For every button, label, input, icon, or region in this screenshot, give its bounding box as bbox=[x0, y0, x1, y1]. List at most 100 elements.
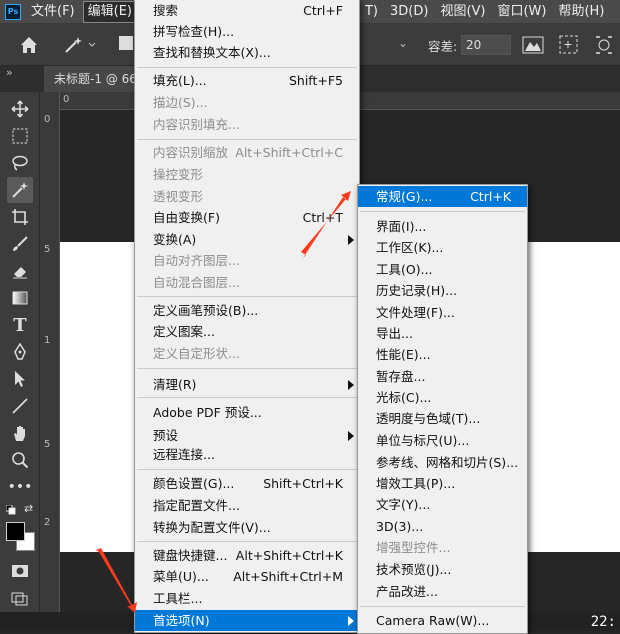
menu-view[interactable]: 视图(V) bbox=[436, 2, 489, 22]
submenu-arrow-icon bbox=[348, 380, 354, 390]
vertical-ruler: 0 5 1 5 2 bbox=[40, 92, 60, 612]
menu-item-menus[interactable]: 菜单(U)... Alt+Shift+Ctrl+M bbox=[135, 566, 359, 587]
submenu-item-workspace[interactable]: 工作区(K)... bbox=[358, 237, 527, 258]
menu-item-content-aware-scale: 内容识别缩放 Alt+Shift+Ctrl+C bbox=[153, 145, 343, 160]
menu-item-color-settings[interactable]: 颜色设置(G)... Shift+Ctrl+K bbox=[135, 473, 359, 494]
menu-item-search[interactable]: 搜索 Ctrl+F bbox=[135, 0, 359, 21]
menu-item-fill[interactable]: 填充(L)... Shift+F5 bbox=[135, 70, 359, 91]
menu-help[interactable]: 帮助(H) bbox=[554, 2, 608, 22]
submenu-item-tools[interactable]: 工具(O)... bbox=[358, 259, 527, 280]
submenu-item-scratch-disks[interactable]: 暂存盘... bbox=[358, 366, 527, 387]
submenu-arrow-icon bbox=[348, 235, 354, 245]
submenu-item-guides-grid-slices[interactable]: 参考线、网格和切片(S)... bbox=[358, 452, 527, 473]
select-subject-icon[interactable] bbox=[557, 33, 581, 57]
gradient-tool-icon[interactable] bbox=[7, 285, 33, 311]
menu-item-transform[interactable]: 变换(A) bbox=[135, 229, 359, 250]
ruler-h-label: 0 bbox=[63, 94, 70, 105]
menu-item-perspective-warp: 透视变形 bbox=[153, 189, 204, 204]
menu-edit[interactable]: 编辑(E) bbox=[82, 0, 137, 23]
preferences-submenu: 常规(G)... Ctrl+K 界面(I)... 工作区(K)... 工具(O).… bbox=[357, 184, 528, 634]
submenu-item-camera-raw[interactable]: Camera Raw(W)... bbox=[358, 610, 527, 631]
menu-item-stroke: 描边(S)... bbox=[153, 95, 208, 110]
path-selection-tool-icon[interactable] bbox=[7, 366, 33, 392]
lasso-tool-icon[interactable] bbox=[7, 150, 33, 176]
menu-item-auto-align-layers: 自动对齐图层... bbox=[153, 253, 240, 268]
screen-mode-icon[interactable] bbox=[7, 585, 33, 611]
menu-item-free-transform[interactable]: 自由变换(F) Ctrl+T bbox=[135, 207, 359, 228]
submenu-item-general[interactable]: 常规(G)... Ctrl+K bbox=[358, 186, 527, 207]
submenu-item-plugins[interactable]: 增效工具(P)... bbox=[358, 473, 527, 494]
ruler-v-label: 5 bbox=[44, 244, 51, 255]
submenu-item-interface[interactable]: 界面(I)... bbox=[358, 216, 527, 237]
menu-item-define-brush-preset[interactable]: 定义画笔预设(B)... bbox=[135, 300, 359, 321]
menu-type[interactable]: T) bbox=[361, 2, 382, 22]
line-tool-icon[interactable] bbox=[7, 393, 33, 419]
submenu-item-file-handling[interactable]: 文件处理(F)... bbox=[358, 302, 527, 323]
tolerance-input[interactable]: 20 bbox=[461, 35, 511, 55]
menu-item-toolbar[interactable]: 工具栏... bbox=[135, 588, 359, 609]
menu-window[interactable]: 窗口(W) bbox=[493, 2, 550, 22]
menu-item-adobe-pdf-presets[interactable]: Adobe PDF 预设... bbox=[135, 402, 359, 423]
more-tools-icon[interactable]: ••• bbox=[7, 474, 33, 500]
eraser-tool-icon[interactable] bbox=[7, 258, 33, 284]
pen-tool-icon[interactable] bbox=[7, 339, 33, 365]
submenu-item-performance[interactable]: 性能(E)... bbox=[358, 344, 527, 365]
menu-item-define-pattern[interactable]: 定义图案... bbox=[135, 321, 359, 342]
menu-separator bbox=[137, 67, 357, 68]
sample-size-dropdown-icon[interactable]: ⌄ bbox=[398, 36, 408, 50]
submenu-item-type[interactable]: 文字(Y)... bbox=[358, 494, 527, 515]
crop-tool-icon[interactable] bbox=[7, 204, 33, 230]
menu-separator bbox=[137, 296, 357, 297]
menu-item-assign-profile[interactable]: 指定配置文件... bbox=[135, 495, 359, 516]
foreground-color-swatch[interactable] bbox=[6, 522, 25, 541]
menu-item-keyboard-shortcuts[interactable]: 键盘快捷键... Alt+Shift+Ctrl+K bbox=[135, 545, 359, 566]
quick-mask-icon[interactable] bbox=[7, 558, 33, 584]
menu-item-remote-connections[interactable]: 远程连接... bbox=[135, 444, 359, 465]
submenu-item-history-log[interactable]: 历史记录(H)... bbox=[358, 280, 527, 301]
marquee-tool-icon[interactable] bbox=[7, 123, 33, 149]
zoom-tool-icon[interactable] bbox=[7, 447, 33, 473]
menu-item-convert-to-profile[interactable]: 转换为配置文件(V)... bbox=[135, 517, 359, 538]
menu-item-content-aware-fill: 内容识别填充... bbox=[153, 117, 240, 132]
panel-collapse-icon[interactable]: » bbox=[6, 66, 13, 79]
tolerance-label: 容差: bbox=[428, 39, 458, 54]
swap-colors-icon[interactable]: ⇄ bbox=[24, 502, 33, 515]
submenu-arrow-icon bbox=[348, 431, 354, 441]
document-tab[interactable]: 未标题-1 @ 66 bbox=[44, 66, 144, 92]
selection-mode-new-icon[interactable] bbox=[119, 36, 133, 50]
taskbar-clock: 22: bbox=[590, 614, 616, 630]
submenu-item-3d[interactable]: 3D(3)... bbox=[358, 516, 527, 537]
menu-item-spell-check[interactable]: 拼写检查(H)... bbox=[135, 21, 359, 42]
tools-panel: T ••• ⇄ bbox=[0, 92, 40, 631]
menu-separator bbox=[137, 139, 357, 140]
menu-item-puppet-warp: 操控变形 bbox=[153, 167, 204, 182]
menu-item-presets[interactable]: 预设 bbox=[135, 425, 359, 446]
submenu-item-export[interactable]: 导出... bbox=[358, 323, 527, 344]
submenu-item-cursors[interactable]: 光标(C)... bbox=[358, 387, 527, 408]
submenu-item-enhanced-controls: 增强型控件... bbox=[376, 540, 451, 555]
magic-wand-tool-icon[interactable] bbox=[7, 177, 33, 203]
menu-separator bbox=[360, 606, 525, 607]
type-tool-icon[interactable]: T bbox=[7, 312, 33, 338]
ruler-v-label: 2 bbox=[44, 517, 51, 528]
menu-item-find-replace-text[interactable]: 查找和替换文本(X)... bbox=[135, 42, 359, 63]
menu-file[interactable]: 文件(F) bbox=[27, 2, 79, 22]
submenu-item-technology-previews[interactable]: 技术预览(J)... bbox=[358, 559, 527, 580]
menu-separator bbox=[137, 368, 357, 369]
ruler-v-label: 0 bbox=[44, 114, 51, 125]
menu-3d[interactable]: 3D(D) bbox=[386, 2, 432, 22]
submenu-item-units-rulers[interactable]: 单位与标尺(U)... bbox=[358, 430, 527, 451]
menu-item-preferences[interactable]: 首选项(N) bbox=[135, 610, 359, 631]
anti-alias-icon[interactable] bbox=[521, 34, 545, 56]
menu-item-purge[interactable]: 清理(R) bbox=[135, 374, 359, 395]
default-colors-icon[interactable] bbox=[5, 504, 16, 515]
hand-tool-icon[interactable] bbox=[7, 420, 33, 446]
brush-tool-icon[interactable] bbox=[7, 231, 33, 257]
select-and-mask-icon[interactable] bbox=[592, 33, 616, 57]
menu-separator bbox=[137, 541, 357, 542]
magic-wand-tool-preset-icon[interactable] bbox=[62, 34, 98, 56]
move-tool-icon[interactable] bbox=[7, 96, 33, 122]
submenu-item-transparency-gamut[interactable]: 透明度与色域(T)... bbox=[358, 408, 527, 429]
home-icon[interactable] bbox=[18, 34, 40, 56]
submenu-item-product-improvement[interactable]: 产品改进... bbox=[358, 581, 527, 602]
